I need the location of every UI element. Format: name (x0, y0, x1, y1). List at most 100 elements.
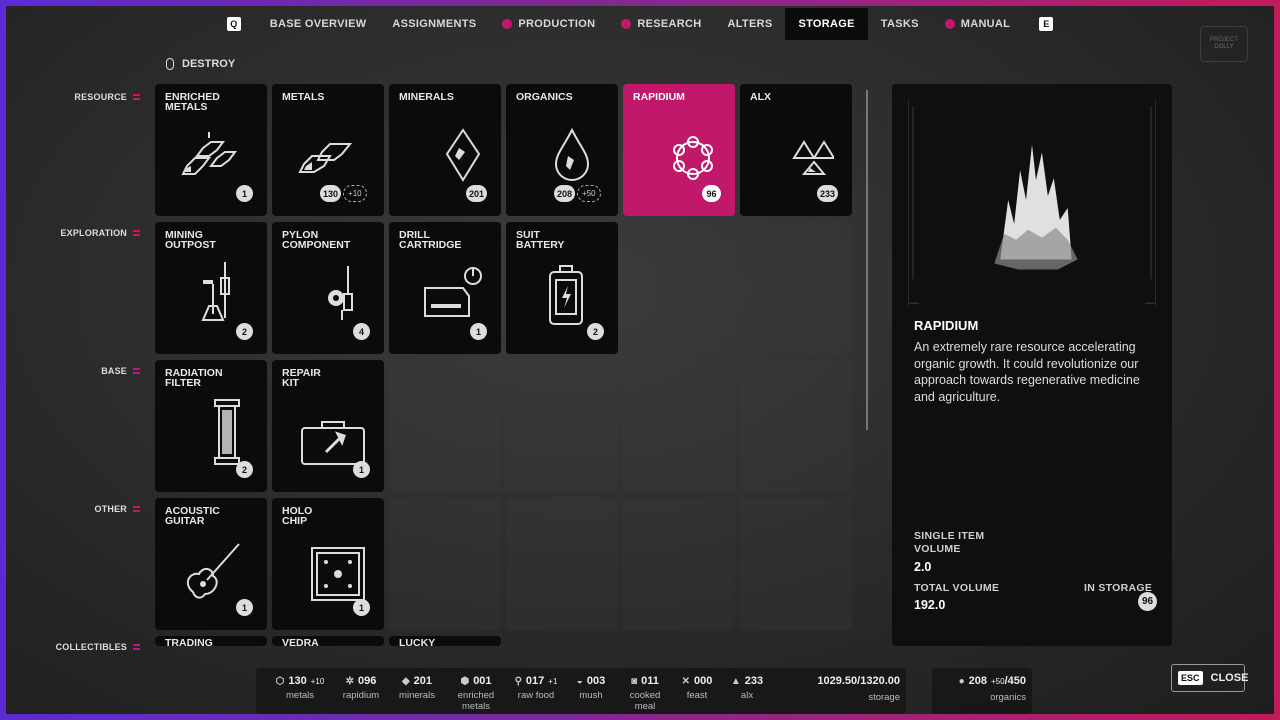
organics-droplet-icon: ● (958, 676, 965, 687)
resource-cooked-meal: ◙ 011 cooked meal (620, 676, 670, 713)
q-key-hint[interactable]: Q (226, 17, 241, 31)
item-minerals[interactable]: MINERALS 201 (389, 84, 501, 216)
minerals-icon: ◆ (401, 676, 410, 687)
item-pylon-component[interactable]: PYLON COMPONENT 4 (272, 222, 384, 354)
item-holo-chip[interactable]: HOLO CHIP 1 (272, 498, 384, 630)
item-radiation-filter[interactable]: RADIATION FILTER 2 (155, 360, 267, 492)
tab-storage[interactable]: STORAGE (785, 8, 868, 40)
category-marker-icon (133, 368, 140, 374)
item-name: RADIATION FILTER (165, 367, 223, 389)
item-name: MINERALS (399, 91, 454, 103)
item-trading[interactable]: TRADING (155, 636, 267, 646)
resource-bonus: +10 (310, 677, 325, 686)
mining-outpost-icon (201, 262, 230, 321)
resource-label: cooked meal (629, 690, 661, 712)
alx-icon: ▲ (730, 676, 741, 687)
item-organics[interactable]: ORGANICS 208 +50 (506, 84, 618, 216)
resource-bar: ⬡ 130 +10 metals ✲ 096 rapidium ◆ 201 minera… (256, 668, 906, 714)
item-count-badge: 201 (465, 185, 487, 202)
tab-label: TASKS (880, 18, 919, 30)
logo-text: PROJECT DOLLY (1209, 37, 1238, 50)
storage-screen: Q BASE OVERVIEW ASSIGNMENTS PRODUCTION R… (6, 6, 1274, 714)
resource-mush: ◒ 003 mush (568, 675, 614, 702)
category-other: OTHER (95, 504, 140, 514)
radiation-filter-icon (214, 399, 240, 465)
single-volume-value: 2.0 (914, 560, 932, 574)
resource-alx: ▲ 233 alx (724, 676, 770, 702)
resource-value: 003 (586, 675, 606, 687)
item-bonus-badge: +10 (343, 185, 367, 202)
grid-scrollbar[interactable] (866, 90, 868, 430)
e-key-hint[interactable]: E (1039, 17, 1054, 31)
in-storage-badge: 96 (1138, 592, 1157, 611)
cooked-meal-icon: ◙ (631, 676, 638, 687)
tab-base-overview[interactable]: BASE OVERVIEW (257, 8, 380, 40)
drill-cartridge-icon (424, 267, 482, 317)
item-count-badge: 208 (554, 185, 576, 202)
resource-value: 000 (694, 675, 713, 687)
item-metals[interactable]: METALS 130 +10 (272, 84, 384, 216)
tab-manual[interactable]: MANUAL (932, 8, 1023, 40)
tab-label: ASSIGNMENTS (392, 18, 477, 30)
category-exploration: EXPLORATION (60, 228, 140, 238)
tab-assignments[interactable]: ASSIGNMENTS (379, 8, 489, 40)
empty-slot (740, 498, 852, 630)
resource-minerals: ◆ 201 minerals (392, 676, 442, 702)
item-count-badge: 96 (702, 185, 721, 202)
item-vedra[interactable]: VEDRA (272, 636, 384, 646)
item-name: VEDRA (282, 637, 319, 646)
game-logo: PROJECT DOLLY (1200, 26, 1248, 62)
item-suit-battery[interactable]: SUIT BATTERY 2 (506, 222, 618, 354)
raw-food-icon: ⚲ (514, 676, 522, 687)
resource-value: 096 (358, 675, 377, 687)
item-name: MINING OUTPOST (165, 229, 216, 251)
item-detail-panel: RAPIDIUM An extremely rare resource acce… (892, 84, 1172, 646)
empty-slot (740, 360, 852, 492)
enriched-metals-icon (181, 132, 237, 175)
item-count-badge: 233 (816, 185, 838, 202)
item-enriched-metals[interactable]: ENRICHED METALS 1 (155, 84, 267, 216)
alx-icon (792, 140, 834, 175)
tab-label: RESEARCH (637, 18, 702, 30)
metals-icon (298, 143, 353, 173)
resource-label: mush (579, 690, 603, 701)
item-repair-kit[interactable]: REPAIR KIT 1 (272, 360, 384, 492)
destroy-hint[interactable]: DESTROY (166, 58, 235, 70)
mouse-icon (166, 58, 174, 70)
item-lucky[interactable]: LUCKY (389, 636, 501, 646)
esc-key-hint: ESC (1178, 671, 1203, 685)
tab-tasks[interactable]: TASKS (868, 8, 932, 40)
repair-kit-toolbox-icon (301, 421, 365, 465)
resource-value: 130 (288, 675, 307, 687)
mush-bowl-icon: ◒ (576, 676, 583, 687)
item-drill-cartridge[interactable]: DRILL CARTRIDGE 1 (389, 222, 501, 354)
item-alx[interactable]: ALX 233 (740, 84, 852, 216)
resource-label: metals (286, 690, 314, 701)
resource-bonus: +50 (991, 677, 1005, 686)
total-volume-value: 192.0 (914, 598, 946, 612)
tab-research[interactable]: RESEARCH (608, 8, 714, 40)
item-count-badge: 4 (353, 323, 370, 340)
enriched-metals-icon: ⬢ (460, 676, 470, 687)
close-button[interactable]: ESC CLOSE (1171, 664, 1248, 692)
resource-max: /450 (1004, 675, 1026, 687)
item-mining-outpost[interactable]: MINING OUTPOST 2 (155, 222, 267, 354)
item-count-badge: 2 (236, 461, 253, 478)
item-acoustic-guitar[interactable]: ACOUSTIC GUITAR 1 (155, 498, 267, 630)
tab-production[interactable]: PRODUCTION (489, 8, 608, 40)
tab-alters[interactable]: ALTERS (714, 8, 785, 40)
feast-utensils-icon: ✕ (681, 676, 691, 687)
item-name: REPAIR KIT (282, 367, 321, 389)
item-rapidium[interactable]: RAPIDIUM 96 (623, 84, 735, 216)
resource-label: feast (686, 690, 708, 701)
storage-value: 1029.50/1320.00 (817, 675, 900, 687)
metals-icon: ⬡ (275, 676, 285, 687)
tab-label: PRODUCTION (518, 18, 596, 30)
item-name: METALS (282, 91, 325, 103)
single-volume-label: SINGLE ITEM VOLUME (914, 530, 985, 555)
item-name: ENRICHED METALS (165, 91, 220, 113)
item-count-badge: 1 (353, 599, 370, 616)
category-label: RESOURCE (74, 92, 127, 102)
category-label: BASE (101, 366, 127, 376)
resource-organics: ● 208 +50/450 organics (932, 668, 1032, 714)
